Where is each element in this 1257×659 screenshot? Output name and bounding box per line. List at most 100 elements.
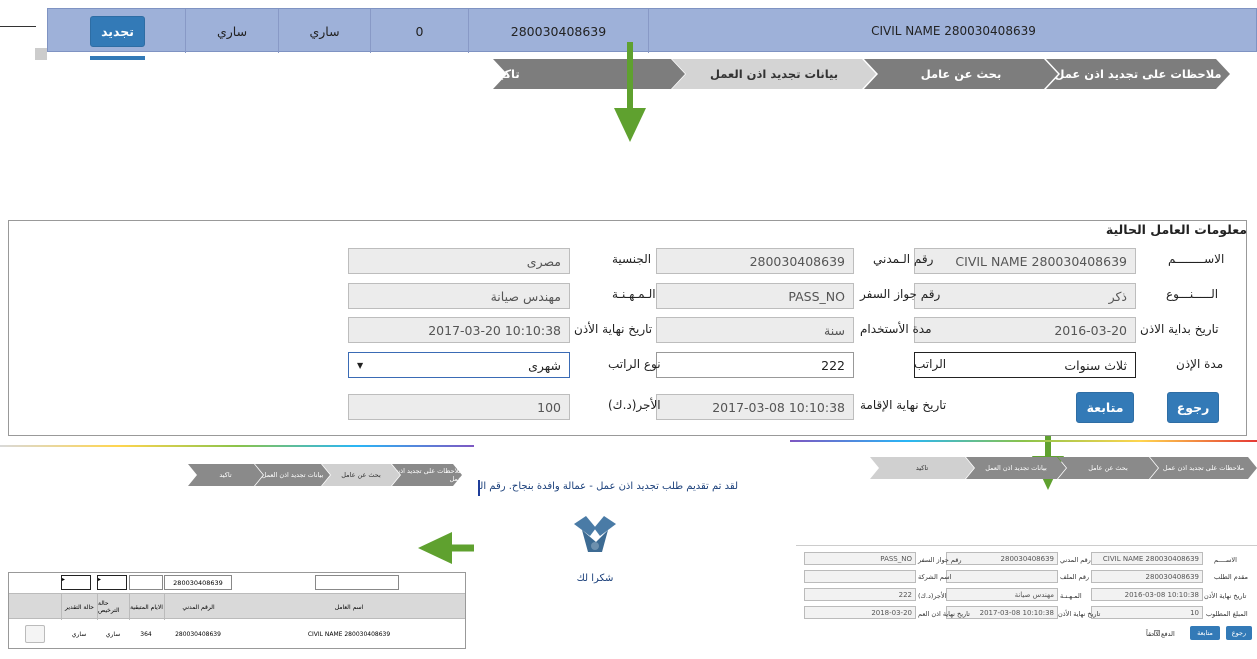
step-confirm[interactable]: تاكيد bbox=[493, 59, 685, 89]
gender-label: الـــــنـــوع bbox=[1166, 287, 1219, 301]
civil-label: رقم الـمدني bbox=[873, 252, 934, 266]
row-action-button[interactable] bbox=[25, 625, 45, 643]
mini-wage-field: 222 bbox=[804, 588, 916, 601]
result-search-name[interactable] bbox=[315, 575, 399, 590]
salary-input[interactable]: 222 bbox=[656, 352, 854, 378]
mini-passport-field: PASS_NO bbox=[804, 552, 916, 565]
duration-select[interactable]: ثلاث سنوات bbox=[914, 352, 1136, 378]
name-label: الاســــــــم bbox=[1168, 252, 1225, 266]
mini2-step-data: بيانات تجديد اذن العمل bbox=[255, 464, 330, 486]
table-row: CIVIL NAME 280030408639 280030408639 364… bbox=[9, 621, 465, 647]
gender-field: ذكر bbox=[914, 283, 1136, 309]
result-search-days[interactable] bbox=[129, 575, 163, 590]
row-button-partial bbox=[90, 56, 145, 60]
mini-file-label: رقم الملف bbox=[1060, 573, 1090, 581]
start-date-label: تاريخ بداية الاذن bbox=[1140, 322, 1219, 336]
mini-applicant-label: مقدم الطلب bbox=[1214, 573, 1248, 581]
top-row-status1: ساري bbox=[278, 9, 370, 53]
mini-back-button[interactable]: رجوع bbox=[1226, 626, 1252, 640]
mini-amount-field: 10 bbox=[1091, 606, 1203, 619]
profession-field: مهندس صيانة bbox=[348, 283, 570, 309]
result-table: 280030408639 ▸ ▸ اسم العامل الرقم المدني… bbox=[8, 572, 466, 649]
profession-label: الـمـهـنـة bbox=[612, 287, 656, 301]
residence-end-label: تاريخ نهاية الإقامة bbox=[860, 398, 947, 412]
scroll-gutter bbox=[35, 48, 47, 60]
mini-permit-end-label-2: تاريخ نهاية الأذن bbox=[1058, 610, 1101, 618]
mini-company-field bbox=[804, 570, 916, 583]
result-search-civil[interactable]: 280030408639 bbox=[164, 575, 232, 590]
salary-type-value: شهرى bbox=[528, 357, 561, 373]
top-row-name: CIVIL NAME 280030408639 bbox=[648, 9, 1257, 53]
checkbox-icon[interactable] bbox=[1154, 630, 1160, 636]
nationality-field: مصرى bbox=[348, 248, 570, 274]
top-row-count: 0 bbox=[370, 9, 468, 53]
mini2-step-notes: ملاحظات على تجديد اذن عمل bbox=[392, 464, 462, 486]
employment-field: سنة bbox=[656, 317, 854, 343]
mini-permit-end-label: تاريخ نهاية الأذن bbox=[1204, 592, 1247, 600]
mini2-step-confirm: تاكيد bbox=[188, 464, 263, 486]
mini-step-search: بحث عن عامل bbox=[1058, 457, 1158, 479]
mini2-step-search: بحث عن عامل bbox=[322, 464, 400, 486]
success-panel bbox=[474, 440, 790, 659]
divider-line bbox=[0, 26, 36, 27]
mini-pay-later-label: الدفع لاحقاً bbox=[1146, 630, 1175, 638]
mini-continue-button[interactable]: متابعة bbox=[1190, 626, 1220, 640]
mini-file-field: 280030408639 bbox=[1091, 570, 1203, 583]
result-filter-2[interactable]: ▸ bbox=[61, 575, 91, 590]
step-notes[interactable]: ملاحظات على تجديد اذن عمل bbox=[1046, 59, 1230, 89]
wage-label: الأجر(د.ك) bbox=[608, 398, 661, 412]
mini-residence-label: تاريخ نهاية اذن العم bbox=[918, 610, 970, 618]
mini-civil-field: 280030408639 bbox=[946, 552, 1058, 565]
results-table-top: CIVIL NAME 280030408639 280030408639 0 س… bbox=[47, 8, 1257, 53]
header-civil: الرقم المدني bbox=[164, 594, 232, 620]
header-assessment-status: حالة التقدير bbox=[61, 594, 97, 620]
start-date-field: 2016-03-20 bbox=[914, 317, 1136, 343]
worker-info-title: معلومات العامل الحالية bbox=[1105, 222, 1247, 237]
thanks-text: شكرا لك bbox=[576, 573, 614, 584]
duration-label: مدة الإذن bbox=[1176, 357, 1224, 371]
mini-step-notes: ملاحظات على تجديد اذن عمل bbox=[1150, 457, 1257, 479]
row-status2: ساري bbox=[71, 630, 87, 638]
permit-end-label: تاريخ نهاية الأذن bbox=[574, 322, 653, 336]
residence-end-field: 2017-03-08 10:10:38 bbox=[656, 394, 854, 420]
mini-start-field: 2016-03-08 10:10:38 bbox=[1091, 588, 1203, 601]
mini-civil-label: رقم المدني bbox=[1060, 556, 1091, 564]
chevron-down-icon: ▼ bbox=[357, 360, 364, 370]
mini-wage-label: الأجر(د.ك) bbox=[918, 592, 947, 600]
civil-field: 280030408639 bbox=[656, 248, 854, 274]
mini-residence-field: 2018-03-20 bbox=[804, 606, 916, 619]
mini-step-confirm: تاكيد bbox=[870, 457, 974, 479]
row-civil: 280030408639 bbox=[175, 630, 221, 638]
mini-company-label: اسم الشركة bbox=[918, 573, 952, 581]
mini-step-data: بيانات تجديد اذن العمل bbox=[966, 457, 1066, 479]
result-filter-1[interactable]: ▸ bbox=[97, 575, 127, 590]
result-header-row: اسم العامل الرقم المدني الايام المتبقية … bbox=[9, 593, 465, 620]
salary-type-label: نوع الراتب bbox=[608, 357, 661, 371]
mini-name-field: CIVIL NAME 280030408639 bbox=[1091, 552, 1203, 565]
continue-button[interactable]: متابعة bbox=[1076, 392, 1134, 423]
back-button[interactable]: رجوع bbox=[1167, 392, 1219, 423]
mini-confirm-panel: الاســــم CIVIL NAME 280030408639 رقم ال… bbox=[796, 545, 1257, 647]
top-row-status2: ساري bbox=[185, 9, 278, 53]
step-renewal-data[interactable]: بيانات تجديد اذن العمل bbox=[672, 59, 876, 89]
salary-type-select[interactable]: ▼ شهرى bbox=[348, 352, 570, 378]
row-name: CIVIL NAME 280030408639 bbox=[307, 630, 391, 638]
handshake-icon bbox=[574, 516, 616, 552]
text-cursor bbox=[478, 480, 480, 496]
header-worker-name: اسم العامل bbox=[334, 603, 364, 611]
mini-name-label: الاســــم bbox=[1214, 556, 1237, 564]
rainbow-divider-left bbox=[0, 445, 475, 447]
row-days: 364 bbox=[140, 630, 152, 638]
renew-button[interactable]: تجديد bbox=[90, 16, 145, 47]
row-status1: ساري bbox=[105, 630, 121, 638]
rainbow-divider-right bbox=[790, 440, 1257, 442]
salary-label: الراتب bbox=[914, 357, 947, 371]
header-days: الايام المتبقية bbox=[129, 594, 163, 620]
passport-field: PASS_NO bbox=[656, 283, 854, 309]
employment-label: مدة الأستخدام bbox=[860, 322, 932, 336]
mini-profession-label: المـهـنـة bbox=[1060, 592, 1082, 600]
mini-profession-field: مهندس صيانة bbox=[946, 588, 1058, 601]
step-search-worker[interactable]: بحث عن عامل bbox=[864, 59, 1058, 89]
mini-amount-label: المبلغ المطلوب bbox=[1206, 610, 1248, 618]
name-field: CIVIL NAME 280030408639 bbox=[914, 248, 1136, 274]
